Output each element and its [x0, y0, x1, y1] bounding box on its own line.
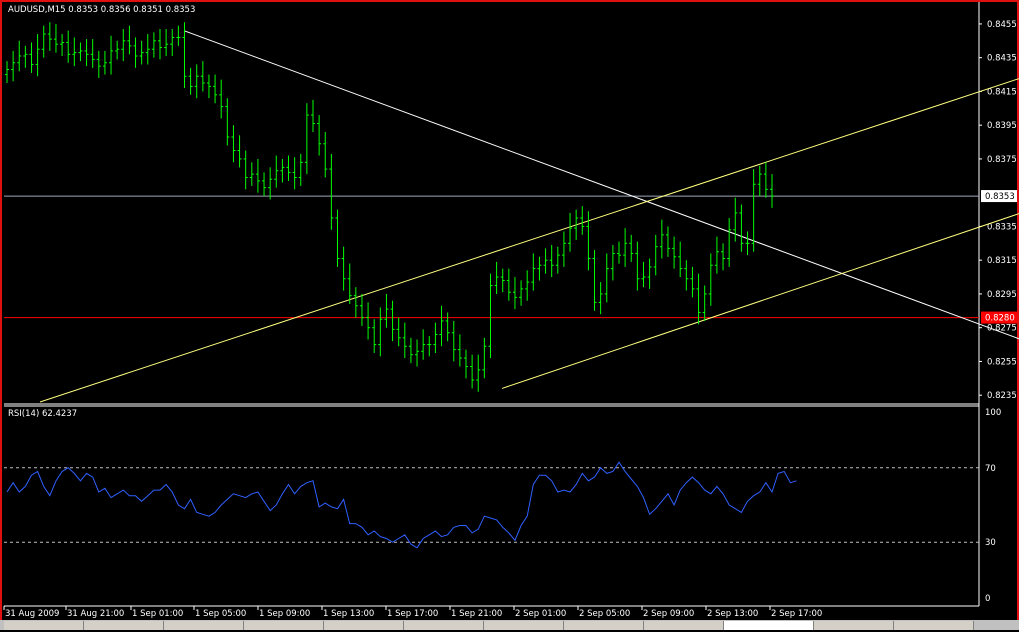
price-tick-label: 0.8435 — [987, 54, 1017, 64]
chart-window[interactable]: 0.8455 0.8435 0.8415 0.8395 0.8375 0.8335 0.83… — [0, 0, 1019, 630]
rsi-tick-label: 30 — [985, 538, 996, 548]
chart-tab[interactable] — [814, 621, 894, 630]
price-tick-label: 0.8375 — [987, 155, 1017, 165]
rsi-line — [6, 461, 797, 549]
chart-header-text: AUDUSD,M15 0.8353 0.8356 0.8351 0.8353 — [8, 5, 195, 15]
downtrend-line[interactable] — [183, 30, 1019, 340]
rsi-tick-label: 0 — [985, 594, 990, 604]
chart-tab[interactable] — [164, 621, 244, 630]
chart-tab[interactable] — [564, 621, 644, 630]
channel-lower-line[interactable] — [501, 213, 1019, 389]
time-axis-label: 31 Aug 2009 — [5, 609, 59, 619]
price-tick-label: 0.8295 — [987, 290, 1017, 300]
chart-tab[interactable] — [244, 621, 324, 630]
rsi-tick-label: 100 — [985, 408, 1001, 418]
price-tick-label: 0.8335 — [987, 222, 1017, 232]
chart-tab[interactable] — [644, 621, 724, 630]
time-axis-label: 2 Sep 01:00 — [515, 609, 566, 619]
rsi-tick-label: 70 — [985, 464, 996, 474]
price-tick-label: 0.8415 — [987, 87, 1017, 97]
time-axis-label: 2 Sep 09:00 — [643, 609, 694, 619]
time-axis-label: 2 Sep 17:00 — [771, 609, 822, 619]
time-axis-label: 1 Sep 05:00 — [195, 609, 246, 619]
chart-tab-strip — [0, 620, 1019, 630]
time-axis-label: 1 Sep 13:00 — [323, 609, 374, 619]
chart-tab[interactable] — [404, 621, 484, 630]
price-tick-label: 0.8395 — [987, 121, 1017, 131]
chart-tab[interactable] — [4, 621, 84, 630]
time-axis-label: 1 Sep 17:00 — [387, 609, 438, 619]
price-chart[interactable]: 0.8455 0.8435 0.8415 0.8395 0.8375 0.8335 0.83… — [2, 2, 1019, 632]
support-level-label: 0.8280 — [985, 314, 1015, 324]
time-axis-label: 1 Sep 09:00 — [259, 609, 310, 619]
time-axis-label: 2 Sep 05:00 — [579, 609, 630, 619]
current-price-label: 0.8353 — [985, 192, 1015, 202]
time-axis-label: 1 Sep 01:00 — [132, 609, 183, 619]
price-tick-label: 0.8315 — [987, 256, 1017, 266]
time-axis-label: 1 Sep 21:00 — [451, 609, 502, 619]
price-tick-label: 0.8455 — [987, 20, 1017, 30]
time-axis-label: 31 Aug 21:00 — [67, 609, 124, 619]
rsi-title: RSI(14) 62.4237 — [8, 409, 77, 419]
time-axis-label: 2 Sep 13:00 — [707, 609, 758, 619]
price-tick-label: 0.8235 — [987, 391, 1017, 401]
chart-tab-active[interactable] — [724, 621, 814, 630]
chart-tab[interactable] — [894, 621, 974, 630]
chart-tab[interactable] — [84, 621, 164, 630]
channel-upper-line[interactable] — [39, 78, 1019, 403]
chart-tab[interactable] — [484, 621, 564, 630]
price-tick-label: 0.8255 — [987, 357, 1017, 367]
chart-tab[interactable] — [324, 621, 404, 630]
